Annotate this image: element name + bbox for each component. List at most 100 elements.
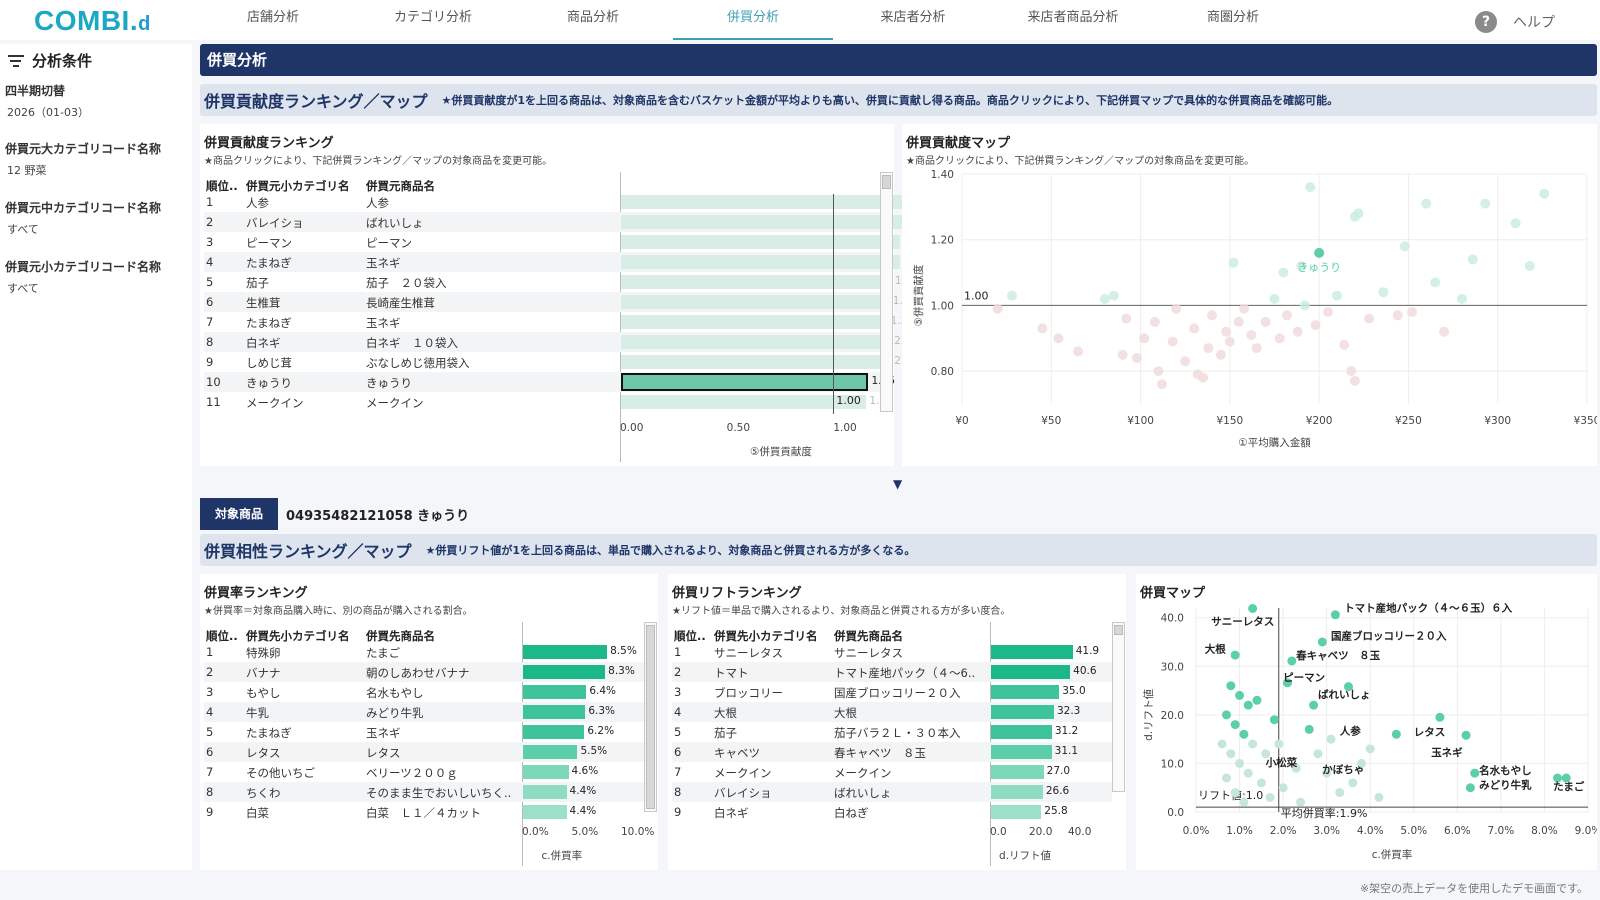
scatter-point[interactable] [1248, 739, 1258, 749]
scatter-point[interactable] [1269, 715, 1279, 725]
scatter-point[interactable] [1353, 208, 1364, 219]
nav-tab-2[interactable]: 商品分析 [513, 0, 673, 40]
help-link[interactable]: ヘルプ [1513, 12, 1555, 32]
scatter-point[interactable] [1037, 323, 1048, 334]
scatter-point[interactable] [1305, 182, 1316, 193]
scatter-point[interactable] [1274, 333, 1285, 344]
scatter-point[interactable] [1224, 336, 1235, 347]
scatter-point[interactable] [1332, 290, 1342, 301]
scatter-point[interactable] [1435, 712, 1445, 722]
scatter-point[interactable] [1278, 267, 1289, 278]
scatter-point[interactable] [1457, 293, 1467, 304]
scatter-point[interactable] [1349, 376, 1360, 386]
scrollbar-thumb[interactable] [1114, 625, 1123, 635]
scatter-point[interactable] [1233, 316, 1244, 327]
nav-tab-1[interactable]: カテゴリ分析 [353, 0, 513, 40]
scatter-point[interactable] [1153, 366, 1164, 377]
scatter-point[interactable] [1407, 307, 1417, 317]
scatter-point[interactable] [1314, 247, 1325, 258]
scatter-point[interactable] [1171, 303, 1182, 314]
scatter-point[interactable] [1180, 356, 1191, 367]
scatter-point[interactable] [1226, 749, 1236, 759]
bar[interactable] [621, 235, 901, 249]
condition-large-category[interactable]: 併買元大カテゴリコード名称 12 野菜 [5, 140, 190, 178]
scatter-point[interactable] [1269, 293, 1280, 304]
scatter-point[interactable] [1157, 379, 1167, 390]
scatter-point[interactable] [1265, 792, 1275, 802]
scatter-point[interactable] [1470, 768, 1480, 778]
scatter-point[interactable] [1282, 310, 1292, 321]
bar[interactable] [523, 765, 569, 779]
bar[interactable] [991, 665, 1071, 679]
scatter-point[interactable] [1230, 650, 1240, 660]
scatter-point[interactable] [1304, 724, 1314, 734]
bar[interactable] [621, 315, 888, 329]
scatter-point[interactable] [1439, 326, 1450, 337]
app-logo[interactable]: COMBI.d [34, 5, 151, 37]
bar[interactable] [621, 373, 869, 391]
scatter-point[interactable] [1309, 700, 1319, 710]
bar[interactable] [523, 705, 586, 719]
scatter-point[interactable] [1239, 303, 1250, 314]
scatter-point[interactable] [1221, 710, 1231, 720]
scatter-point[interactable] [1510, 218, 1521, 229]
help-icon[interactable]: ? [1475, 11, 1497, 33]
bar[interactable] [621, 295, 890, 309]
scatter-point[interactable] [1226, 681, 1236, 691]
scatter-point[interactable] [1221, 326, 1232, 337]
scatter-point[interactable] [1310, 320, 1321, 331]
scatter-point[interactable] [1221, 773, 1231, 783]
scatter-point[interactable] [1099, 293, 1110, 304]
nav-tab-3[interactable]: 併買分析 [673, 0, 833, 40]
bar[interactable] [991, 805, 1042, 819]
scatter-point[interactable] [1251, 343, 1262, 354]
bar[interactable] [621, 395, 867, 409]
scatter-point[interactable] [1374, 792, 1384, 802]
scatter-point[interactable] [1235, 758, 1245, 768]
scatter-point[interactable] [1346, 366, 1357, 377]
scatter-point[interactable] [1007, 290, 1017, 301]
scatter-point[interactable] [1330, 610, 1340, 620]
scatter-point[interactable] [1539, 188, 1550, 199]
scatter-point[interactable] [1132, 353, 1142, 363]
scatter-point[interactable] [1299, 300, 1310, 311]
scatter-point[interactable] [1339, 339, 1350, 350]
bar[interactable] [991, 765, 1044, 779]
scatter-point[interactable] [1149, 316, 1160, 327]
table-row[interactable]: 6 レタス レタス [204, 742, 644, 762]
scatter-point[interactable] [1323, 307, 1334, 317]
scatter-point[interactable] [1053, 333, 1064, 344]
scatter-point[interactable] [1117, 349, 1128, 360]
bar[interactable] [991, 705, 1054, 719]
scatter-point[interactable] [1524, 261, 1535, 271]
bar[interactable] [621, 215, 905, 229]
scatter-point[interactable] [1317, 637, 1327, 647]
scatter-point[interactable] [1243, 768, 1253, 778]
scatter-point[interactable] [1246, 330, 1257, 340]
nav-tab-6[interactable]: 商圏分析 [1153, 0, 1313, 40]
scatter-point[interactable] [1365, 744, 1375, 754]
bar[interactable] [621, 335, 882, 349]
scatter-point[interactable] [1296, 797, 1306, 807]
scatter-point[interactable] [1167, 336, 1178, 347]
condition-quarter[interactable]: 四半期切替 2026（01-03） [5, 82, 190, 120]
bar[interactable] [523, 665, 606, 679]
scatter-point[interactable] [1467, 254, 1478, 265]
scatter-point[interactable] [1248, 603, 1258, 613]
bar[interactable] [991, 725, 1052, 739]
scatter-point[interactable] [1230, 788, 1240, 798]
scatter-point[interactable] [1378, 287, 1389, 298]
scatter-point[interactable] [1461, 730, 1471, 740]
scatter-point[interactable] [1260, 316, 1271, 327]
scrollbar[interactable] [880, 172, 893, 412]
scatter-point[interactable] [1430, 277, 1441, 288]
scatter-point[interactable] [1189, 323, 1200, 334]
scatter-point[interactable] [1073, 346, 1084, 357]
scatter-point[interactable] [1292, 326, 1303, 337]
scatter-point[interactable] [1235, 690, 1245, 700]
scatter-point[interactable] [1392, 310, 1403, 321]
scatter-point[interactable] [1399, 241, 1410, 252]
scatter-point[interactable] [1335, 788, 1345, 798]
scatter-point[interactable] [1348, 778, 1358, 788]
bar[interactable] [621, 255, 901, 269]
